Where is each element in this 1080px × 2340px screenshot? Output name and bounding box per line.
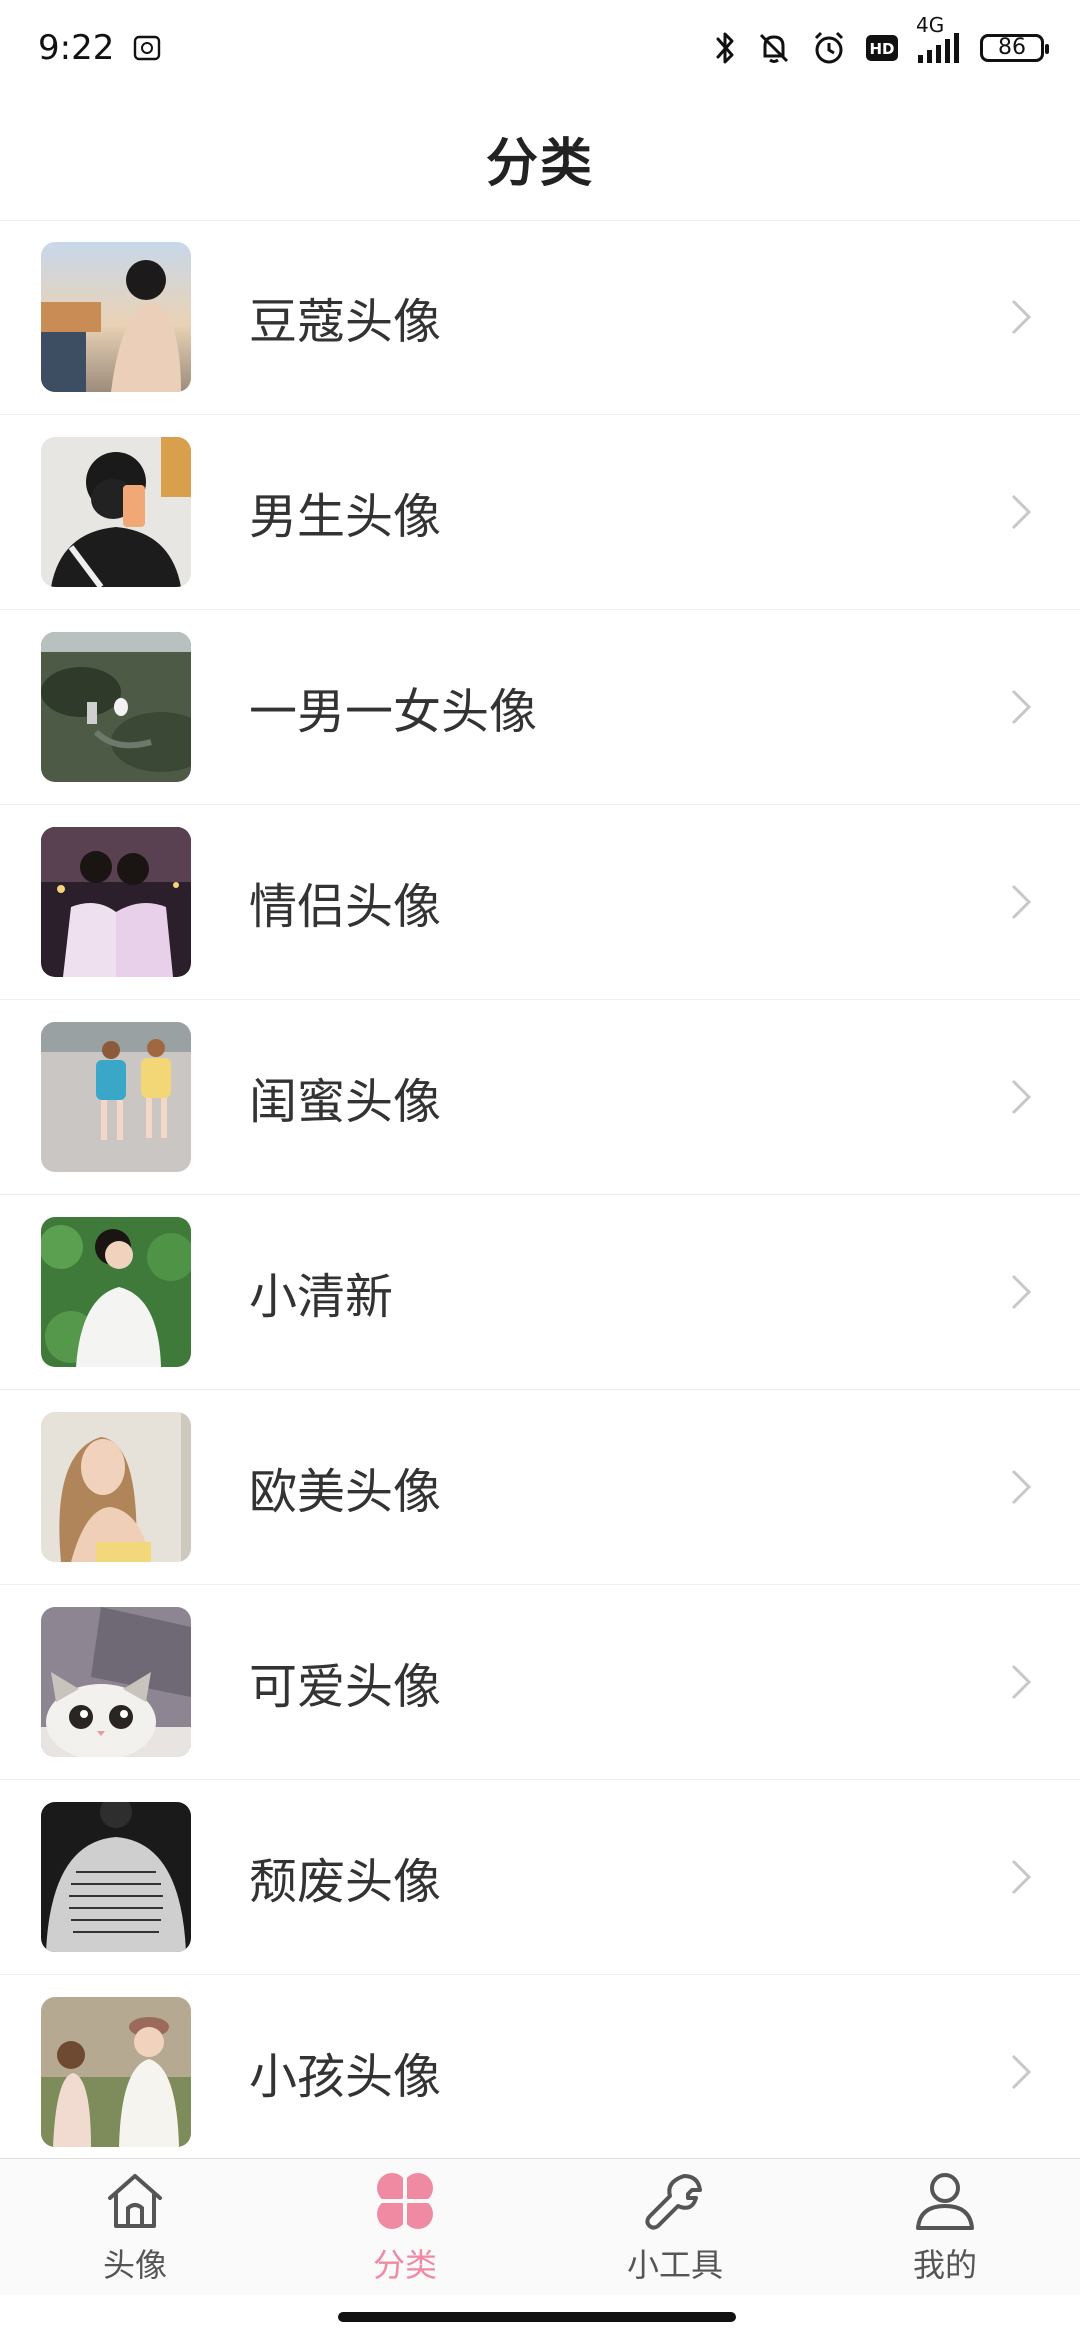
- category-label: 小清新: [249, 1269, 394, 1325]
- category-item[interactable]: 欧美头像: [0, 1390, 1080, 1585]
- chevron-right-icon: [1002, 1272, 1042, 1312]
- status-bar: 9:22 HD 4G 86: [0, 0, 1080, 96]
- category-label: 闺蜜头像: [249, 1074, 442, 1130]
- category-item[interactable]: 颓废头像: [0, 1780, 1080, 1975]
- nav-label: 我的: [912, 2246, 977, 2284]
- category-label: 一男一女头像: [249, 684, 538, 740]
- category-label: 小孩头像: [249, 2049, 442, 2105]
- home-icon: [102, 2168, 168, 2238]
- network-type: 4G: [916, 13, 945, 37]
- battery-indicator: 86: [980, 34, 1049, 62]
- chevron-right-icon: [1002, 492, 1042, 532]
- clover-icon: [372, 2168, 438, 2238]
- chevron-right-icon: [1002, 1662, 1042, 1702]
- signal-icon: 4G: [916, 13, 962, 63]
- category-item[interactable]: 小清新: [0, 1195, 1080, 1390]
- user-icon: [912, 2168, 978, 2238]
- wrench-icon: [642, 2168, 708, 2238]
- status-left: 9:22: [38, 28, 162, 68]
- category-thumbnail: [41, 1022, 191, 1172]
- alarm-icon: [810, 29, 848, 67]
- nav-item-category[interactable]: 分类: [270, 2159, 540, 2295]
- category-thumbnail: [41, 1802, 191, 1952]
- chevron-right-icon: [1002, 1857, 1042, 1897]
- chevron-right-icon: [1002, 297, 1042, 337]
- home-indicator[interactable]: [338, 2312, 736, 2322]
- category-item[interactable]: 可爱头像: [0, 1585, 1080, 1780]
- category-thumbnail: [41, 242, 191, 392]
- category-item[interactable]: 一男一女头像: [0, 610, 1080, 805]
- category-thumbnail: [41, 1607, 191, 1757]
- notification-app-icon: [132, 33, 162, 63]
- category-label: 可爱头像: [249, 1659, 442, 1715]
- bell-off-icon: [756, 30, 792, 66]
- nav-item-mine[interactable]: 我的: [810, 2159, 1080, 2295]
- category-label: 情侣头像: [249, 879, 442, 935]
- category-list: 豆蔻头像 男生头像 一男一女头像 情侣头像 闺蜜头像 小清新 欧美头像 可爱头像…: [0, 220, 1080, 2158]
- bottom-navigation: 头像 分类 小工具 我的: [0, 2158, 1080, 2295]
- category-item[interactable]: 闺蜜头像: [0, 1000, 1080, 1195]
- category-item[interactable]: 情侣头像: [0, 805, 1080, 1000]
- hd-icon: HD: [866, 35, 898, 61]
- battery-level: 86: [998, 35, 1026, 60]
- bluetooth-icon: [712, 29, 738, 67]
- svg-text:HD: HD: [869, 40, 894, 58]
- nav-item-avatar[interactable]: 头像: [0, 2159, 270, 2295]
- chevron-right-icon: [1002, 2052, 1042, 2092]
- header: 分类: [0, 96, 1080, 221]
- category-thumbnail: [41, 1997, 191, 2147]
- status-time: 9:22: [38, 28, 115, 68]
- category-thumbnail: [41, 1217, 191, 1367]
- category-item[interactable]: 豆蔻头像: [0, 220, 1080, 415]
- category-thumbnail: [41, 827, 191, 977]
- category-thumbnail: [41, 1412, 191, 1562]
- category-item[interactable]: 男生头像: [0, 415, 1080, 610]
- category-label: 男生头像: [249, 489, 442, 545]
- category-label: 豆蔻头像: [249, 294, 442, 350]
- category-item[interactable]: 小孩头像: [0, 1975, 1080, 2158]
- page-title: 分类: [485, 133, 594, 194]
- chevron-right-icon: [1002, 1077, 1042, 1117]
- nav-label: 分类: [372, 2246, 437, 2284]
- category-label: 颓废头像: [249, 1854, 442, 1910]
- chevron-right-icon: [1002, 687, 1042, 727]
- nav-label: 小工具: [626, 2246, 723, 2284]
- chevron-right-icon: [1002, 1467, 1042, 1507]
- category-thumbnail: [41, 632, 191, 782]
- chevron-right-icon: [1002, 882, 1042, 922]
- nav-label: 头像: [102, 2246, 167, 2284]
- category-label: 欧美头像: [249, 1464, 442, 1520]
- nav-item-tools[interactable]: 小工具: [540, 2159, 810, 2295]
- category-thumbnail: [41, 437, 191, 587]
- status-right: HD 4G 86: [712, 13, 1049, 67]
